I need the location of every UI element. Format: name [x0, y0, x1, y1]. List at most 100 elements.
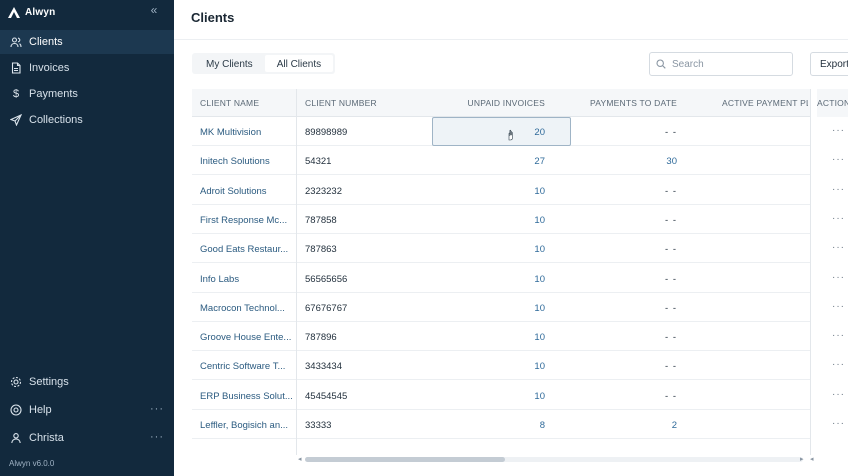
client-number: 2323232	[305, 185, 342, 197]
help-more-icon[interactable]: ···	[150, 403, 164, 415]
app-version: Alwyn v6.0.0	[9, 459, 55, 468]
row-actions-icon[interactable]: ···	[832, 146, 846, 175]
column-header-client-number[interactable]: CLIENT NUMBER	[305, 89, 415, 117]
table-row[interactable]: Centric Software T... 3433434 10 - -	[192, 351, 848, 381]
row-actions-icon[interactable]: ···	[832, 351, 846, 380]
main-content: Clients My Clients All Clients Export CL…	[174, 0, 848, 476]
search-icon	[656, 59, 666, 69]
unpaid-invoices-link[interactable]: 10	[452, 205, 545, 234]
unpaid-invoices-link[interactable]: 8	[452, 410, 545, 439]
dollar-icon: $	[12, 88, 20, 100]
table-row[interactable]: Groove House Ente... 787896 10 - -	[192, 322, 848, 352]
scroll-right-icon[interactable]: ▸	[800, 455, 804, 463]
export-button[interactable]: Export	[810, 52, 848, 76]
row-actions-icon[interactable]: ···	[832, 264, 846, 293]
sidebar-item-settings[interactable]: Settings	[0, 370, 174, 394]
column-header-payments-to-date[interactable]: PAYMENTS TO DATE	[572, 89, 677, 117]
table-row[interactable]: Leffler, Bogisich an... 33333 8 2	[192, 410, 848, 439]
sidebar-item-invoices[interactable]: Invoices	[0, 56, 174, 80]
table-header: CLIENT NAME CLIENT NUMBER UNPAID INVOICE…	[192, 89, 848, 117]
payments-to-date[interactable]: 30	[592, 146, 677, 175]
column-header-active-payment-plans[interactable]: ACTIVE PAYMENT PL	[722, 89, 808, 117]
column-header-action: ACTION	[817, 89, 848, 117]
table-row[interactable]: Info Labs 56565656 10 - -	[192, 264, 848, 293]
table-row[interactable]: Macrocon Technol... 67676767 10 - -	[192, 293, 848, 322]
payments-to-date: - -	[665, 390, 677, 402]
scroll-left-icon[interactable]: ◂	[298, 455, 302, 463]
hovered-cell-value[interactable]: 20	[452, 117, 545, 146]
page-header: Clients	[174, 0, 848, 40]
client-name-link[interactable]: Info Labs	[200, 264, 294, 293]
table-row[interactable]: Initech Solutions 54321 27 30	[192, 146, 848, 176]
unpaid-invoices-link[interactable]: 10	[452, 381, 545, 410]
client-number: 787896	[305, 332, 337, 344]
payments-to-date[interactable]: 2	[592, 410, 677, 439]
gear-icon	[10, 376, 22, 388]
sidebar: Alwyn « Clients Invoices $ Payments Coll…	[0, 0, 174, 476]
client-name-link[interactable]: Adroit Solutions	[200, 176, 294, 205]
unpaid-invoices-link[interactable]: 10	[452, 234, 545, 263]
row-actions-icon[interactable]: ···	[832, 293, 846, 322]
row-actions-icon[interactable]: ···	[832, 410, 846, 439]
unpaid-invoices-link[interactable]: 10	[452, 264, 545, 293]
unpaid-invoices-link[interactable]: 10	[452, 351, 545, 380]
user-icon	[10, 432, 22, 444]
payments-to-date: - -	[665, 361, 677, 373]
client-name-link[interactable]: ERP Business Solut...	[200, 381, 294, 410]
document-icon	[10, 62, 22, 74]
collapse-sidebar-icon[interactable]: «	[147, 4, 161, 18]
clients-table: CLIENT NAME CLIENT NUMBER UNPAID INVOICE…	[192, 89, 848, 455]
search-box	[649, 52, 793, 76]
client-number: 787863	[305, 244, 337, 256]
row-actions-icon[interactable]: ···	[832, 176, 846, 205]
table-row[interactable]: Adroit Solutions 2323232 10 - -	[192, 176, 848, 205]
client-name-link[interactable]: Leffler, Bogisich an...	[200, 410, 294, 439]
alwyn-logo-icon	[8, 6, 20, 18]
row-actions-icon[interactable]: ···	[832, 381, 846, 410]
client-name-link[interactable]: Centric Software T...	[200, 351, 294, 380]
client-name-link[interactable]: Good Eats Restaur...	[200, 234, 294, 263]
row-actions-icon[interactable]: ···	[832, 117, 846, 146]
sidebar-item-user[interactable]: Christa ···	[0, 426, 174, 450]
sidebar-item-clients[interactable]: Clients	[0, 30, 174, 54]
sidebar-item-collections[interactable]: Collections	[0, 108, 174, 132]
table-row[interactable]: Good Eats Restaur... 787863 10 - -	[192, 234, 848, 264]
sidebar-item-label: Clients	[29, 36, 63, 48]
client-name-link[interactable]: Initech Solutions	[200, 146, 294, 175]
payments-to-date: - -	[665, 244, 677, 256]
row-actions-icon[interactable]: ···	[832, 205, 846, 234]
column-header-unpaid-invoices[interactable]: UNPAID INVOICES	[452, 89, 545, 117]
row-actions-icon[interactable]: ···	[832, 234, 846, 263]
unpaid-invoices-link[interactable]: 10	[452, 176, 545, 205]
table-row[interactable]: ERP Business Solut... 45454545 10 - -	[192, 381, 848, 410]
brand: Alwyn	[8, 4, 55, 20]
horizontal-scrollbar[interactable]: ◂ ▸ ◂	[298, 455, 848, 463]
sidebar-item-label: Payments	[29, 88, 78, 100]
page-title: Clients	[191, 10, 235, 25]
unpaid-invoices-link[interactable]: 10	[452, 322, 545, 351]
sidebar-item-payments[interactable]: $ Payments	[0, 82, 174, 106]
row-actions-icon[interactable]: ···	[832, 322, 846, 351]
unpaid-invoices-link[interactable]: 27	[452, 146, 545, 175]
unpaid-invoices-link[interactable]: 10	[452, 293, 545, 322]
scrollbar-thumb[interactable]	[305, 457, 505, 462]
user-more-icon[interactable]: ···	[150, 431, 164, 443]
search-input[interactable]	[672, 58, 782, 70]
client-name-link[interactable]: MK Multivision	[200, 117, 294, 146]
payments-to-date: - -	[665, 273, 677, 285]
sidebar-item-help[interactable]: Help ···	[0, 398, 174, 422]
column-header-client-name[interactable]: CLIENT NAME	[200, 89, 295, 117]
client-number: 67676767	[305, 302, 348, 314]
client-name-link[interactable]: Groove House Ente...	[200, 322, 294, 351]
scroll-left-icon[interactable]: ◂	[810, 455, 814, 463]
tab-my-clients[interactable]: My Clients	[194, 55, 265, 72]
payments-to-date: - -	[665, 214, 677, 226]
sidebar-item-label: Collections	[29, 114, 83, 126]
sidebar-item-label: Help	[29, 404, 52, 416]
client-name-link[interactable]: Macrocon Technol...	[200, 293, 294, 322]
table-row[interactable]: First Response Mc... 787858 10 - -	[192, 205, 848, 234]
help-icon	[10, 404, 22, 416]
payments-to-date: - -	[665, 185, 677, 197]
client-name-link[interactable]: First Response Mc...	[200, 205, 294, 234]
tab-all-clients[interactable]: All Clients	[264, 55, 334, 72]
